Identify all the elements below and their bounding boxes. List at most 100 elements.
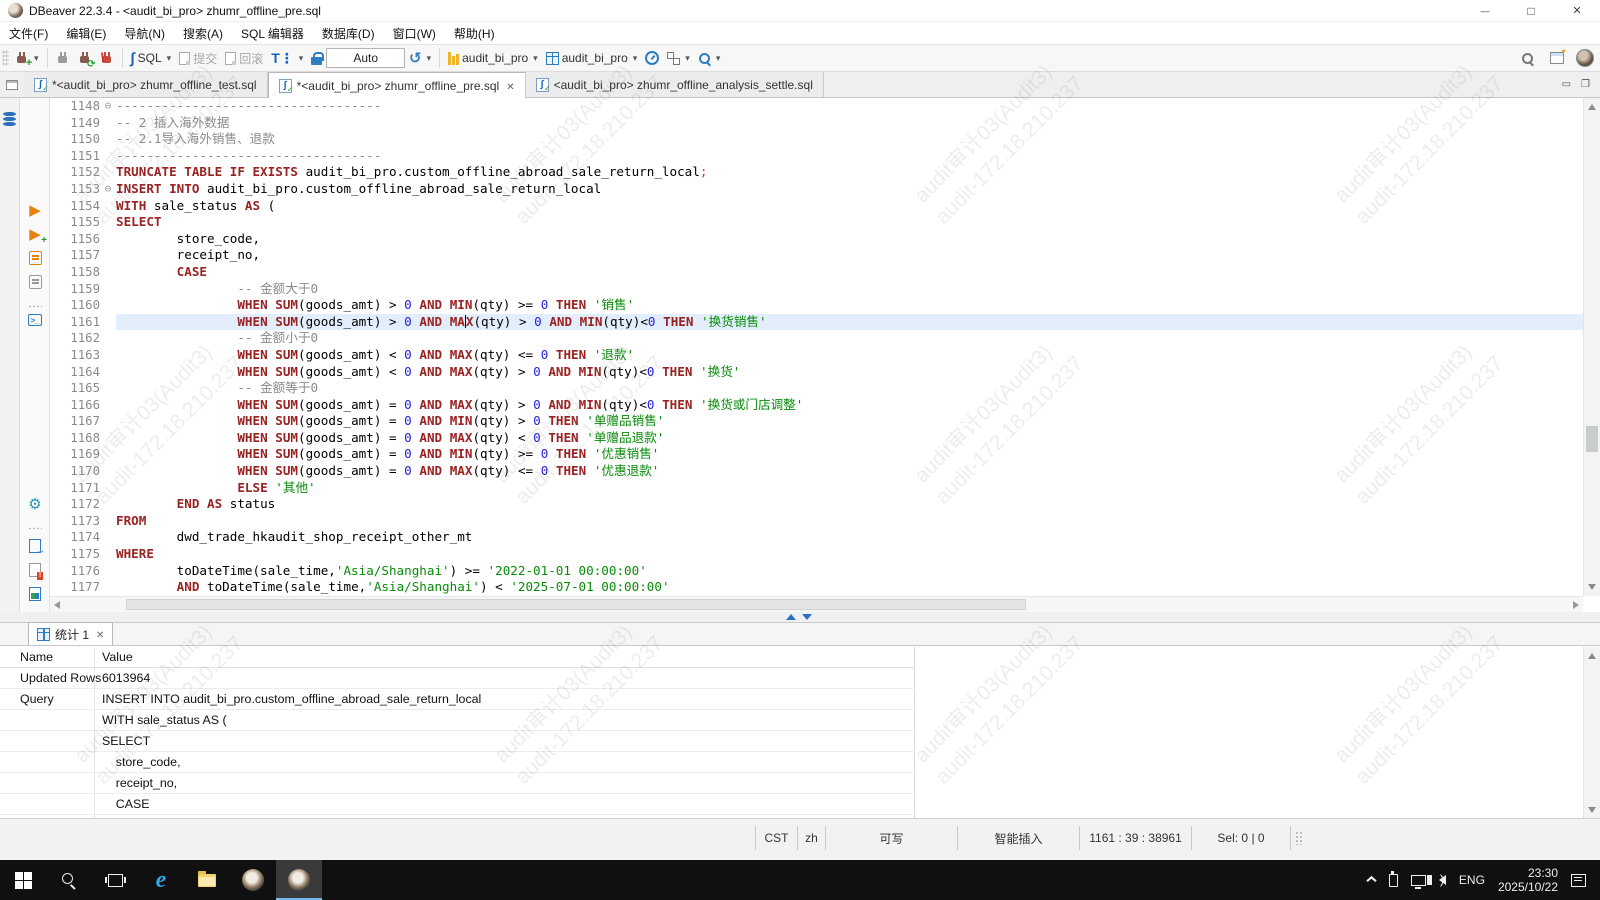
statistics-scrollbar[interactable]: [1583, 647, 1600, 819]
menu-item[interactable]: SQL 编辑器: [232, 23, 313, 44]
file-explorer-button[interactable]: [184, 860, 230, 900]
ie-button[interactable]: e: [138, 860, 184, 900]
input-language-indicator[interactable]: ENG: [1459, 873, 1485, 887]
sql-editor-button[interactable]: ∫ SQL: [127, 46, 176, 70]
commit-mode-select[interactable]: Auto: [326, 48, 405, 68]
code-line[interactable]: 1153INSERT INTO audit_bi_pro.custom_offl…: [50, 181, 1600, 198]
panel-sash[interactable]: [0, 612, 1600, 622]
settings-gear-icon[interactable]: [27, 496, 43, 512]
output-grid-icon[interactable]: [27, 586, 43, 602]
dbeaver-taskbar-button-active[interactable]: [276, 860, 322, 900]
rollback-button[interactable]: 回滚: [221, 46, 267, 70]
stats-col-value[interactable]: Value: [95, 647, 915, 667]
code-line[interactable]: 1175WHERE: [50, 546, 1600, 563]
scroll-left-arrow[interactable]: [54, 601, 60, 609]
code-line[interactable]: 1154WITH sale_status AS (: [50, 198, 1600, 215]
scroll-right-arrow[interactable]: [1573, 601, 1579, 609]
dbeaver-taskbar-button[interactable]: [230, 860, 276, 900]
close-button[interactable]: [1554, 0, 1600, 22]
stats-scroll-down[interactable]: [1588, 807, 1596, 813]
new-connection-button[interactable]: +: [11, 46, 43, 70]
scroll-down-arrow[interactable]: [1588, 584, 1596, 590]
execute-new-tab-icon[interactable]: +: [27, 226, 43, 242]
start-button[interactable]: [0, 860, 46, 900]
open-console-icon[interactable]: >_: [27, 312, 43, 328]
action-center-icon[interactable]: [1571, 874, 1586, 887]
open-perspective-button[interactable]: [1546, 46, 1568, 70]
stats-row[interactable]: WITH sale_status AS (: [0, 710, 915, 731]
schema-selector[interactable]: audit_bi_pro: [542, 46, 642, 70]
code-line[interactable]: 1157 receipt_no,: [50, 247, 1600, 264]
query-history-button[interactable]: ↺: [405, 46, 435, 70]
maximize-button[interactable]: [1508, 0, 1554, 22]
fold-marker-icon[interactable]: [100, 98, 116, 115]
hscroll-thumb[interactable]: [126, 599, 1026, 610]
dashboard-button[interactable]: [641, 46, 663, 70]
reconnect-button[interactable]: ⟳: [74, 46, 96, 70]
stats-row[interactable]: CASE: [0, 794, 915, 815]
sql-code-editor[interactable]: 1148-----------------------------------1…: [50, 98, 1600, 596]
tray-expand-icon[interactable]: [1366, 875, 1376, 885]
usb-tray-icon[interactable]: [1389, 874, 1398, 887]
menu-item[interactable]: 窗口(W): [384, 23, 445, 44]
task-view-button[interactable]: [92, 860, 138, 900]
code-line[interactable]: 1164 WHEN SUM(goods_amt) < 0 AND MAX(qty…: [50, 364, 1600, 381]
code-line[interactable]: 1167 WHEN SUM(goods_amt) = 0 AND MIN(qty…: [50, 413, 1600, 430]
sash-up-icon[interactable]: [786, 614, 796, 620]
stats-scroll-up[interactable]: [1588, 653, 1596, 659]
stats-row[interactable]: Updated Rows6013964: [0, 668, 915, 689]
editor-vertical-scrollbar[interactable]: [1583, 98, 1600, 596]
connect-button[interactable]: [52, 46, 74, 70]
code-line[interactable]: 1149-- 2 插入海外数据: [50, 115, 1600, 132]
restore-panel-icon[interactable]: [6, 80, 18, 90]
menu-item[interactable]: 导航(N): [115, 23, 174, 44]
code-line[interactable]: 1158 CASE: [50, 264, 1600, 281]
code-line[interactable]: 1172 END AS status: [50, 496, 1600, 513]
quick-search-button[interactable]: [1517, 46, 1538, 70]
explain-plan-icon[interactable]: [27, 274, 43, 290]
code-line[interactable]: 1161 WHEN SUM(goods_amt) > 0 AND MAX(qty…: [50, 314, 1600, 331]
search-menu-button[interactable]: [694, 46, 725, 70]
menu-item[interactable]: 编辑(E): [57, 23, 115, 44]
volume-tray-icon[interactable]: [1439, 875, 1446, 885]
menu-item[interactable]: 帮助(H): [445, 23, 504, 44]
statistics-tab[interactable]: 统计 1: [28, 622, 113, 645]
execute-script-icon[interactable]: [27, 250, 43, 266]
export-result-icon[interactable]: [27, 538, 43, 554]
fold-marker-icon[interactable]: [100, 181, 116, 198]
code-line[interactable]: 1155SELECT: [50, 214, 1600, 231]
stats-row[interactable]: QueryINSERT INTO audit_bi_pro.custom_off…: [0, 689, 915, 710]
code-line[interactable]: 1177 AND toDateTime(sale_time,'Asia/Shan…: [50, 579, 1600, 596]
compare-button[interactable]: [663, 46, 694, 70]
autocommit-lock-button[interactable]: [307, 46, 326, 70]
error-log-icon[interactable]: [27, 562, 43, 578]
minimize-button[interactable]: [1462, 0, 1508, 22]
code-line[interactable]: 1165 -- 金额等于0: [50, 380, 1600, 397]
menu-item[interactable]: 搜索(A): [174, 23, 232, 44]
editor-tab[interactable]: ∫*<audit_bi_pro> zhumr_offline_pre.sql: [268, 72, 526, 98]
scroll-thumb[interactable]: [1586, 426, 1598, 452]
code-line[interactable]: 1148-----------------------------------: [50, 98, 1600, 115]
code-line[interactable]: 1176 toDateTime(sale_time,'Asia/Shanghai…: [50, 563, 1600, 580]
code-line[interactable]: 1152TRUNCATE TABLE IF EXISTS audit_bi_pr…: [50, 164, 1600, 181]
code-line[interactable]: 1150-- 2.1导入海外销售、退款: [50, 131, 1600, 148]
commit-button[interactable]: 提交: [175, 46, 221, 70]
connection-selector[interactable]: audit_bi_pro: [444, 46, 542, 70]
stats-row[interactable]: receipt_no,: [0, 773, 915, 794]
network-tray-icon[interactable]: [1411, 875, 1426, 886]
code-line[interactable]: 1160 WHEN SUM(goods_amt) > 0 AND MIN(qty…: [50, 297, 1600, 314]
sash-down-icon[interactable]: [802, 614, 812, 620]
code-line[interactable]: 1174 dwd_trade_hkaudit_shop_receipt_othe…: [50, 529, 1600, 546]
code-line[interactable]: 1166 WHEN SUM(goods_amt) = 0 AND MAX(qty…: [50, 397, 1600, 414]
disconnect-button[interactable]: \: [96, 46, 118, 70]
code-line[interactable]: 1169 WHEN SUM(goods_amt) = 0 AND MIN(qty…: [50, 446, 1600, 463]
menu-item[interactable]: 数据库(D): [313, 23, 384, 44]
transaction-log-button[interactable]: T⋮: [267, 46, 307, 70]
maximize-view-icon[interactable]: [1581, 76, 1590, 90]
minimize-view-icon[interactable]: [1562, 76, 1571, 90]
user-avatar[interactable]: [1576, 49, 1594, 67]
code-line[interactable]: 1168 WHEN SUM(goods_amt) = 0 AND MAX(qty…: [50, 430, 1600, 447]
taskbar-clock[interactable]: 23:30 2025/10/22: [1498, 866, 1558, 894]
stats-row[interactable]: store_code,: [0, 752, 915, 773]
code-line[interactable]: 1156 store_code,: [50, 231, 1600, 248]
